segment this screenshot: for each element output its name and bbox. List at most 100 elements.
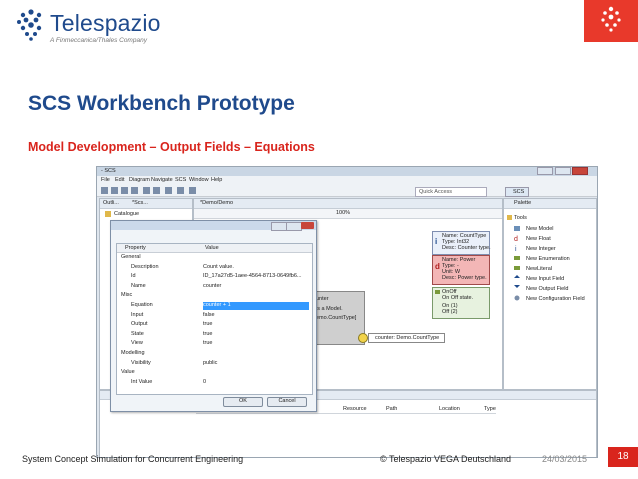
slide-title: SCS Workbench Prototype [28, 92, 295, 115]
tab-scs[interactable]: *Scs... [132, 200, 148, 206]
palette-header: Palette [504, 199, 596, 209]
col-type[interactable]: Type [484, 406, 496, 412]
property-value[interactable]: false [203, 312, 309, 320]
property-row[interactable]: Int Value 0 [117, 379, 312, 387]
telespazio-logo-icon [17, 9, 42, 41]
property-value[interactable]: counter [203, 283, 309, 291]
property-value[interactable]: true [203, 321, 309, 329]
property-row[interactable]: View true [117, 340, 312, 348]
col-property[interactable]: Property [125, 245, 146, 251]
palette-item-icons: d i [514, 226, 520, 301]
close-icon[interactable] [301, 222, 314, 229]
folder-icon [105, 211, 111, 217]
property-name: View [131, 340, 143, 347]
property-row[interactable]: Description Count value. [117, 264, 312, 272]
property-name: Equation [131, 302, 153, 308]
property-name: Id [131, 273, 136, 280]
palette-new-output-field[interactable]: New Output Field [526, 286, 569, 292]
counter-port-label[interactable]: counter: Demo.CountType [368, 333, 445, 343]
counttype-node[interactable]: Name: CountType Type: Int32 Desc: Counte… [432, 231, 491, 255]
footer-copyright: © Telespazio VEGA Deutschland [380, 454, 512, 464]
palette-new-input-field[interactable]: New Input Field [526, 276, 564, 282]
palette-panel: Palette Tools New Model New Float New In… [503, 198, 597, 390]
ok-button[interactable]: OK [223, 397, 263, 407]
folder-icon [507, 215, 512, 220]
onoff-node[interactable]: OnOff On Off state. On (1) Off (2) [432, 287, 490, 319]
outline-tabs: Outli... *Scs... [100, 199, 192, 209]
property-value[interactable]: ID_17a27d5-1aee-4564-8713-0649fb6... [203, 273, 309, 281]
corner-dots-icon [601, 6, 621, 32]
property-row[interactable]: Name counter [117, 283, 312, 291]
property-name: General [121, 254, 141, 260]
tab-demo[interactable]: *Demo/Demo [200, 200, 233, 206]
editor-tabs: *Demo/Demo [194, 199, 502, 209]
col-location[interactable]: Location [439, 406, 460, 412]
integer-type-icon: i [435, 237, 438, 246]
property-row[interactable]: Equation counter + 1 [117, 302, 312, 310]
maximize-button[interactable] [286, 222, 302, 231]
property-row[interactable]: Visibility public [117, 360, 312, 368]
col-value[interactable]: Value [205, 245, 219, 251]
property-row[interactable]: Output true [117, 321, 312, 329]
property-value[interactable] [203, 350, 309, 358]
property-value[interactable]: counter + 1 [203, 302, 309, 310]
property-row[interactable]: State true [117, 331, 312, 339]
svg-text:d: d [514, 236, 518, 243]
tree-item-catalogue[interactable]: Catalogue [114, 211, 139, 217]
corner-logo-badge [584, 0, 638, 42]
window-titlebar: - SCS [97, 167, 597, 176]
palette-new-integer[interactable]: New Integer [526, 246, 556, 252]
property-value[interactable]: Count value. [203, 264, 309, 272]
property-group-row[interactable]: Value [117, 369, 312, 377]
properties-dialog: Property Value General Description Count v… [110, 220, 317, 412]
menu-file[interactable]: File [101, 177, 110, 183]
col-path[interactable]: Path [386, 406, 397, 412]
palette-new-configuration-field[interactable]: New Configuration Field [526, 296, 585, 302]
window-title: - SCS [101, 168, 116, 174]
property-name: Output [131, 321, 148, 328]
power-node[interactable]: Name: Power Type: - Unit: W Desc: Power … [432, 255, 490, 285]
property-value[interactable]: public [203, 360, 309, 368]
menu-scs[interactable]: SCS [175, 177, 186, 183]
menu-edit[interactable]: Edit [115, 177, 124, 183]
logo-tagline: A Finmeccanica/Thales Company [50, 37, 147, 44]
float-type-icon: d [435, 262, 440, 271]
scs-perspective-button[interactable]: SCS [505, 187, 529, 197]
property-value[interactable] [203, 292, 309, 300]
property-row[interactable]: Id ID_17a27d5-1aee-4564-8713-0649fb6... [117, 273, 312, 281]
toolbar-icons[interactable] [101, 186, 231, 195]
menu-navigate[interactable]: Navigate [151, 177, 173, 183]
zoom-select[interactable]: 100% [336, 210, 350, 216]
property-group-row[interactable]: Modelling [117, 350, 312, 358]
property-value[interactable]: true [203, 331, 309, 339]
palette-new-float[interactable]: New Float [526, 236, 551, 242]
property-group-row[interactable]: General [117, 254, 312, 262]
palette-new-literal[interactable]: NewLiteral [526, 266, 552, 272]
palette-new-model[interactable]: New Model [526, 226, 554, 232]
property-value[interactable]: 0 [203, 379, 309, 387]
property-value[interactable] [203, 254, 309, 262]
quick-access-input[interactable]: Quick Access [415, 187, 487, 197]
menu-window[interactable]: Window [189, 177, 209, 183]
col-resource[interactable]: Resource [343, 406, 367, 412]
property-name: Name [131, 282, 146, 289]
palette-new-enumeration[interactable]: New Enumeration [526, 256, 570, 262]
tab-outline[interactable]: Outli... [103, 200, 119, 206]
palette-group-tools[interactable]: Tools [514, 215, 527, 221]
cancel-button[interactable]: Cancel [267, 397, 307, 407]
property-group-row[interactable]: Misc [117, 292, 312, 300]
property-name: State [131, 330, 144, 337]
minimize-button[interactable] [271, 222, 287, 231]
property-row[interactable]: Input false [117, 312, 312, 320]
property-value[interactable] [203, 369, 309, 377]
menu-help[interactable]: Help [211, 177, 222, 183]
property-name: Value [121, 369, 135, 376]
window-controls[interactable] [537, 167, 593, 175]
footer-project-name: System Concept Simulation for Concurrent… [22, 454, 244, 464]
menu-diagram[interactable]: Diagram [129, 177, 150, 183]
property-table: Property Value General Description Count v… [116, 243, 313, 395]
footer-date: 24/03/2015 [542, 454, 588, 464]
property-value[interactable]: true [203, 340, 309, 348]
property-name: Misc [121, 292, 133, 299]
output-port-icon[interactable] [358, 333, 368, 343]
